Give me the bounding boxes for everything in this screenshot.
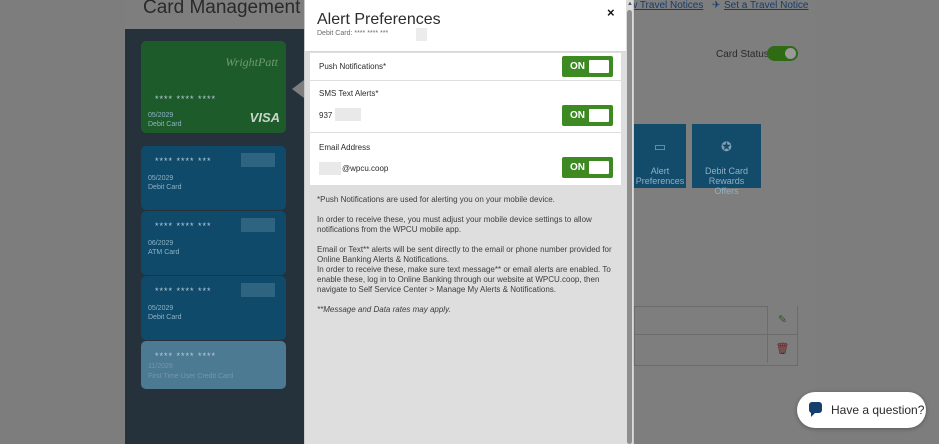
- edit-pencil-icon[interactable]: ✎: [767, 306, 797, 334]
- card-type: Debit Card: [148, 184, 182, 191]
- chat-button[interactable]: Have a question?: [797, 392, 926, 428]
- alert-preferences-tile[interactable]: ▭ Alert Preferences: [634, 124, 686, 188]
- card-type: First Time User Credit Card: [148, 373, 234, 380]
- card-expiry: 06/2029: [148, 240, 174, 247]
- row-label: Push Notifications*: [319, 62, 387, 71]
- push-notifications-row: Push Notifications* ON: [310, 53, 621, 80]
- note-text: Email or Text** alerts will be sent dire…: [317, 245, 612, 264]
- email-alerts-toggle[interactable]: ON: [562, 157, 613, 178]
- trash-icon[interactable]: 🗑: [767, 335, 797, 363]
- redaction-block: [335, 108, 361, 121]
- card-item[interactable]: **** **** *** 06/2029 ATM Card: [141, 211, 286, 275]
- toggle-knob: [589, 109, 609, 122]
- card-type: Debit Card: [148, 314, 182, 321]
- modal-subtitle: Debit Card: **** **** ***: [317, 30, 389, 37]
- push-notifications-toggle[interactable]: ON: [562, 56, 613, 77]
- email-address-row: Email Address @wpcu.coop ON: [310, 133, 621, 185]
- redaction-block: [241, 283, 275, 297]
- card-item[interactable]: WrightPatt **** **** **** 05/2029 Debit …: [141, 41, 286, 133]
- toggle-state: ON: [570, 61, 585, 72]
- page-title: Card Management: [143, 0, 301, 18]
- card-item[interactable]: **** **** **** 11/2029 First Time User C…: [141, 341, 286, 389]
- card-expiry: 05/2029: [148, 305, 174, 312]
- note-text: In order to receive these, make sure tex…: [317, 265, 611, 294]
- card-type: ATM Card: [148, 249, 180, 256]
- sms-alerts-toggle[interactable]: ON: [562, 105, 613, 126]
- card-item[interactable]: **** **** *** 05/2029 Debit Card: [141, 276, 286, 340]
- toggle-state: ON: [570, 110, 585, 121]
- alert-preferences-modal: Alert Preferences Debit Card: **** **** …: [304, 0, 634, 444]
- tile-label: Debit Card Rewards Offers: [704, 166, 749, 196]
- tile-label: Alert Preferences: [635, 166, 685, 186]
- toggle-state: ON: [570, 162, 585, 173]
- sms-alerts-row: SMS Text Alerts* 937 ON: [310, 81, 621, 132]
- email-address-value: @wpcu.coop: [342, 164, 389, 173]
- redaction-block: [241, 153, 275, 167]
- card-item[interactable]: **** **** *** 05/2029 Debit Card: [141, 146, 286, 210]
- card-status-toggle[interactable]: [767, 46, 798, 61]
- card-expiry: 11/2029: [148, 363, 173, 370]
- visa-logo: VISA: [249, 110, 280, 125]
- scrollbar-thumb[interactable]: [627, 10, 632, 444]
- redaction-block: [416, 28, 427, 41]
- debit-rewards-tile[interactable]: ✪ Debit Card Rewards Offers: [692, 124, 761, 196]
- set-travel-notice-link[interactable]: Set a Travel Notice: [724, 0, 808, 11]
- sms-phone-number: 937: [319, 111, 333, 120]
- card-number: **** **** ****: [155, 94, 217, 104]
- redaction-block: [241, 218, 275, 232]
- card-status-label: Card Status: [716, 49, 769, 60]
- card-expiry: 05/2029: [148, 112, 174, 119]
- toggle-knob: [589, 60, 609, 73]
- note-text: *Push Notifications are used for alertin…: [317, 195, 555, 204]
- award-icon: ✪: [721, 139, 732, 154]
- scroll-up-arrow-icon[interactable]: ▲: [627, 1, 633, 7]
- card-number: **** **** ***: [155, 286, 212, 296]
- close-icon[interactable]: ×: [607, 5, 615, 20]
- alert-notes: *Push Notifications are used for alertin…: [317, 195, 617, 315]
- modal-header: Alert Preferences Debit Card: **** **** …: [305, 0, 627, 52]
- selected-card-pointer: [292, 80, 304, 98]
- card-type: Debit Card: [148, 121, 182, 128]
- note-text: In order to receive these, you must adju…: [317, 215, 592, 234]
- card-number: **** **** ****: [155, 351, 217, 361]
- note-text: **Message and Data rates may apply.: [317, 305, 451, 314]
- view-travel-notices-link[interactable]: w Travel Notices: [630, 0, 703, 11]
- modal-title: Alert Preferences: [317, 11, 441, 28]
- chat-label: Have a question?: [831, 403, 925, 417]
- card-number: **** **** ***: [155, 156, 212, 166]
- bell-icon: ▭: [653, 139, 667, 154]
- card-expiry: 05/2029: [148, 175, 174, 182]
- row-label: Email Address: [319, 143, 371, 152]
- airplane-icon: ✈: [712, 0, 721, 11]
- toggle-knob: [589, 161, 609, 174]
- card-brand-logo: WrightPatt: [225, 55, 278, 69]
- redaction-block: [319, 162, 341, 175]
- row-label: SMS Text Alerts*: [319, 89, 379, 98]
- chat-bubble-icon: [809, 402, 822, 417]
- card-number: **** **** ***: [155, 221, 212, 231]
